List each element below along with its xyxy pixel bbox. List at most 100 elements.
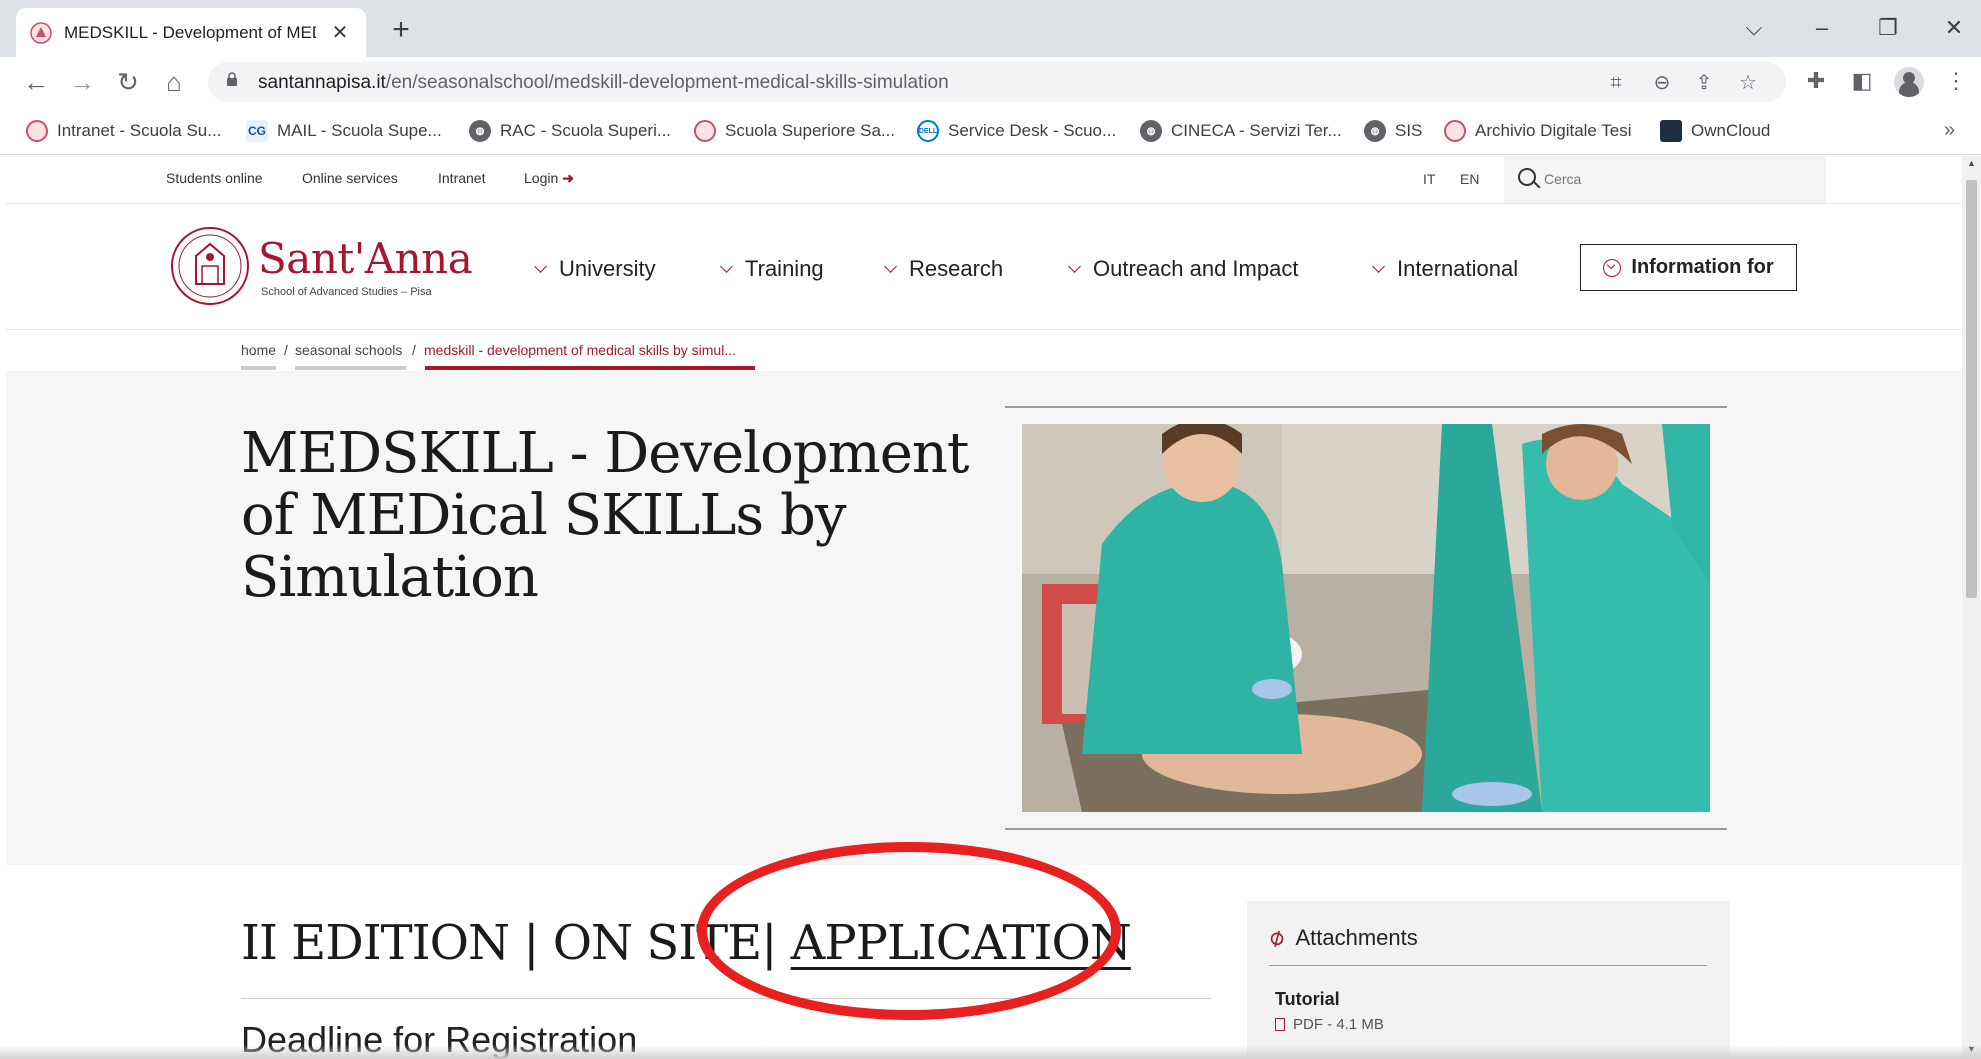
content-section: II EDITION | ON SITE| APPLICATION Deadli… xyxy=(6,865,1961,1059)
globe-icon: ◍ xyxy=(1364,120,1386,142)
menu-kebab-icon[interactable]: ⋮ xyxy=(1940,65,1972,97)
share-icon[interactable]: ⇪ xyxy=(1692,71,1716,95)
page-title: MEDSKILL - Development of MEDical SKILLs… xyxy=(241,421,969,610)
home-icon[interactable]: ⌂ xyxy=(156,64,192,100)
information-for-button[interactable]: Information for xyxy=(1580,244,1797,291)
on-site-label: ON SITE xyxy=(552,915,763,971)
bookmark-item[interactable]: ◍ RAC - Scuola Superi... xyxy=(469,117,671,145)
breadcrumb-current: medskill - development of medical skills… xyxy=(424,342,736,358)
mail-icon: CG xyxy=(246,120,268,142)
hero-section: MEDSKILL - Development of MEDical SKILLs… xyxy=(6,371,1961,865)
search-input[interactable] xyxy=(1544,166,1804,192)
students-online-link[interactable]: Students online xyxy=(166,170,263,186)
paperclip-icon: ⌀ xyxy=(1263,922,1290,953)
lock-icon xyxy=(227,72,237,86)
translate-icon[interactable]: ⌗ xyxy=(1604,71,1628,95)
browser-toolbar: ← → ↻ ⌂ santannapisa.it/en/seasonalschoo… xyxy=(0,57,1981,107)
attachments-panel: ⌀ Attachments Tutorial PDF - 4.1 MB xyxy=(1247,901,1730,1059)
pdf-file-icon xyxy=(1275,1018,1285,1031)
utility-bar: Students online Online services Intranet… xyxy=(6,156,1961,204)
new-tab-button[interactable]: + xyxy=(384,14,418,48)
bookmarks-overflow-icon[interactable]: » xyxy=(1944,119,1955,142)
restore-button[interactable]: ❐ xyxy=(1860,8,1916,48)
chevron-down-icon xyxy=(1068,259,1081,273)
application-link[interactable]: APPLICATION xyxy=(791,915,1132,971)
breadcrumb-separator: / xyxy=(412,342,416,358)
hero-photo-medical-simulation xyxy=(1022,424,1710,812)
bookmark-item[interactable]: Intranet - Scuola Su... xyxy=(26,117,221,145)
chevron-down-icon xyxy=(534,259,547,273)
edition-heading: II EDITION | ON SITE| APPLICATION xyxy=(241,915,1132,971)
globe-icon: ◍ xyxy=(469,120,491,142)
crest-icon xyxy=(1444,120,1466,142)
address-bar[interactable]: santannapisa.it/en/seasonalschool/medski… xyxy=(208,62,1786,102)
tab-title: MEDSKILL - Development of MEDSKILL xyxy=(64,22,316,42)
online-services-link[interactable]: Online services xyxy=(302,170,398,186)
lang-en-link[interactable]: EN xyxy=(1460,171,1479,187)
bookmark-item[interactable]: CG MAIL - Scuola Supe... xyxy=(246,117,442,145)
breadcrumb-separator: / xyxy=(284,342,288,358)
nav-training[interactable]: Training xyxy=(720,256,824,282)
url-text: santannapisa.it/en/seasonalschool/medski… xyxy=(258,72,949,93)
photo-top-rule xyxy=(1005,406,1727,408)
profile-avatar[interactable] xyxy=(1894,67,1924,97)
logo-wordmark[interactable]: Sant'Anna xyxy=(258,234,473,283)
attachment-meta[interactable]: PDF - 4.1 MB xyxy=(1275,1016,1384,1033)
bookmark-item[interactable]: OwnCloud xyxy=(1660,117,1770,145)
login-link[interactable]: Login ➜ xyxy=(524,170,574,187)
screen: MEDSKILL - Development of MEDSKILL ✕ + ⌵… xyxy=(0,0,1981,1059)
nav-international[interactable]: International xyxy=(1372,256,1518,282)
close-window-button[interactable]: ✕ xyxy=(1926,8,1981,48)
forward-arrow-icon[interactable]: → xyxy=(64,64,100,100)
extensions-puzzle-icon[interactable]: ✚ xyxy=(1800,65,1832,97)
globe-icon: ◍ xyxy=(1140,120,1162,142)
nav-outreach-and-impact[interactable]: Outreach and Impact xyxy=(1068,256,1298,282)
photo-bottom-rule xyxy=(1005,828,1727,830)
scroll-up-arrow-icon[interactable]: ▲ xyxy=(1967,158,1976,168)
logo-subtitle: School of Advanced Studies – Pisa xyxy=(261,286,432,298)
edition-label: II EDITION xyxy=(241,915,510,971)
crest-icon xyxy=(26,120,48,142)
main-nav: Sant'Anna School of Advanced Studies – P… xyxy=(6,204,1961,330)
breadcrumb-home[interactable]: home xyxy=(241,342,276,358)
bookmark-item[interactable]: ◍ CINECA - Servizi Ter... xyxy=(1140,117,1342,145)
intranet-link[interactable]: Intranet xyxy=(438,170,485,186)
login-arrow-icon: ➜ xyxy=(562,170,574,186)
tab-strip: MEDSKILL - Development of MEDSKILL ✕ + ⌵… xyxy=(0,0,1981,57)
zoom-icon[interactable]: ⊖ xyxy=(1650,71,1674,95)
bottom-edge-shadow xyxy=(0,1045,1981,1059)
cloud-icon xyxy=(1660,120,1682,142)
search-box[interactable] xyxy=(1504,156,1826,203)
attachments-divider xyxy=(1269,965,1707,966)
web-page: Students online Online services Intranet… xyxy=(6,156,1961,1059)
bookmark-item[interactable]: DELL Service Desk - Scuo... xyxy=(917,117,1116,145)
scrollbar-thumb[interactable] xyxy=(1966,180,1977,598)
tab-close-icon[interactable]: ✕ xyxy=(328,20,352,45)
edition-separator: | xyxy=(761,915,777,971)
nav-university[interactable]: University xyxy=(534,256,656,282)
side-panel-icon[interactable]: ◧ xyxy=(1846,65,1878,97)
browser-tab[interactable]: MEDSKILL - Development of MEDSKILL ✕ xyxy=(16,8,366,57)
breadcrumb: home / seasonal schools / medskill - dev… xyxy=(6,330,1961,371)
bookmark-item[interactable]: ◍ SIS xyxy=(1364,117,1422,145)
circle-chevron-icon xyxy=(1603,258,1622,277)
reload-icon[interactable]: ↻ xyxy=(110,64,146,100)
bookmark-item[interactable]: Archivio Digitale Tesi xyxy=(1444,117,1632,145)
breadcrumb-seasonal-schools[interactable]: seasonal schools xyxy=(295,342,402,358)
lang-it-link[interactable]: IT xyxy=(1423,171,1435,187)
tab-search-chevron-icon[interactable]: ⌵ xyxy=(1726,8,1782,48)
favicon-crest-icon xyxy=(30,21,52,44)
bookmark-star-icon[interactable]: ☆ xyxy=(1736,71,1760,95)
search-icon xyxy=(1518,168,1536,186)
attachment-title[interactable]: Tutorial xyxy=(1275,989,1340,1010)
dell-icon: DELL xyxy=(917,120,939,142)
university-seal-logo[interactable] xyxy=(170,226,250,306)
back-arrow-icon[interactable]: ← xyxy=(18,64,54,100)
page-scrollbar[interactable]: ▲ ▼ xyxy=(1962,156,1981,1059)
nav-research[interactable]: Research xyxy=(884,256,1003,282)
edition-separator: | xyxy=(523,915,539,971)
bookmark-item[interactable]: Scuola Superiore Sa... xyxy=(694,117,895,145)
minimize-button[interactable]: – xyxy=(1794,8,1850,48)
bookmarks-bar: Intranet - Scuola Su... CG MAIL - Scuola … xyxy=(0,107,1981,155)
chevron-down-icon xyxy=(1372,259,1385,273)
